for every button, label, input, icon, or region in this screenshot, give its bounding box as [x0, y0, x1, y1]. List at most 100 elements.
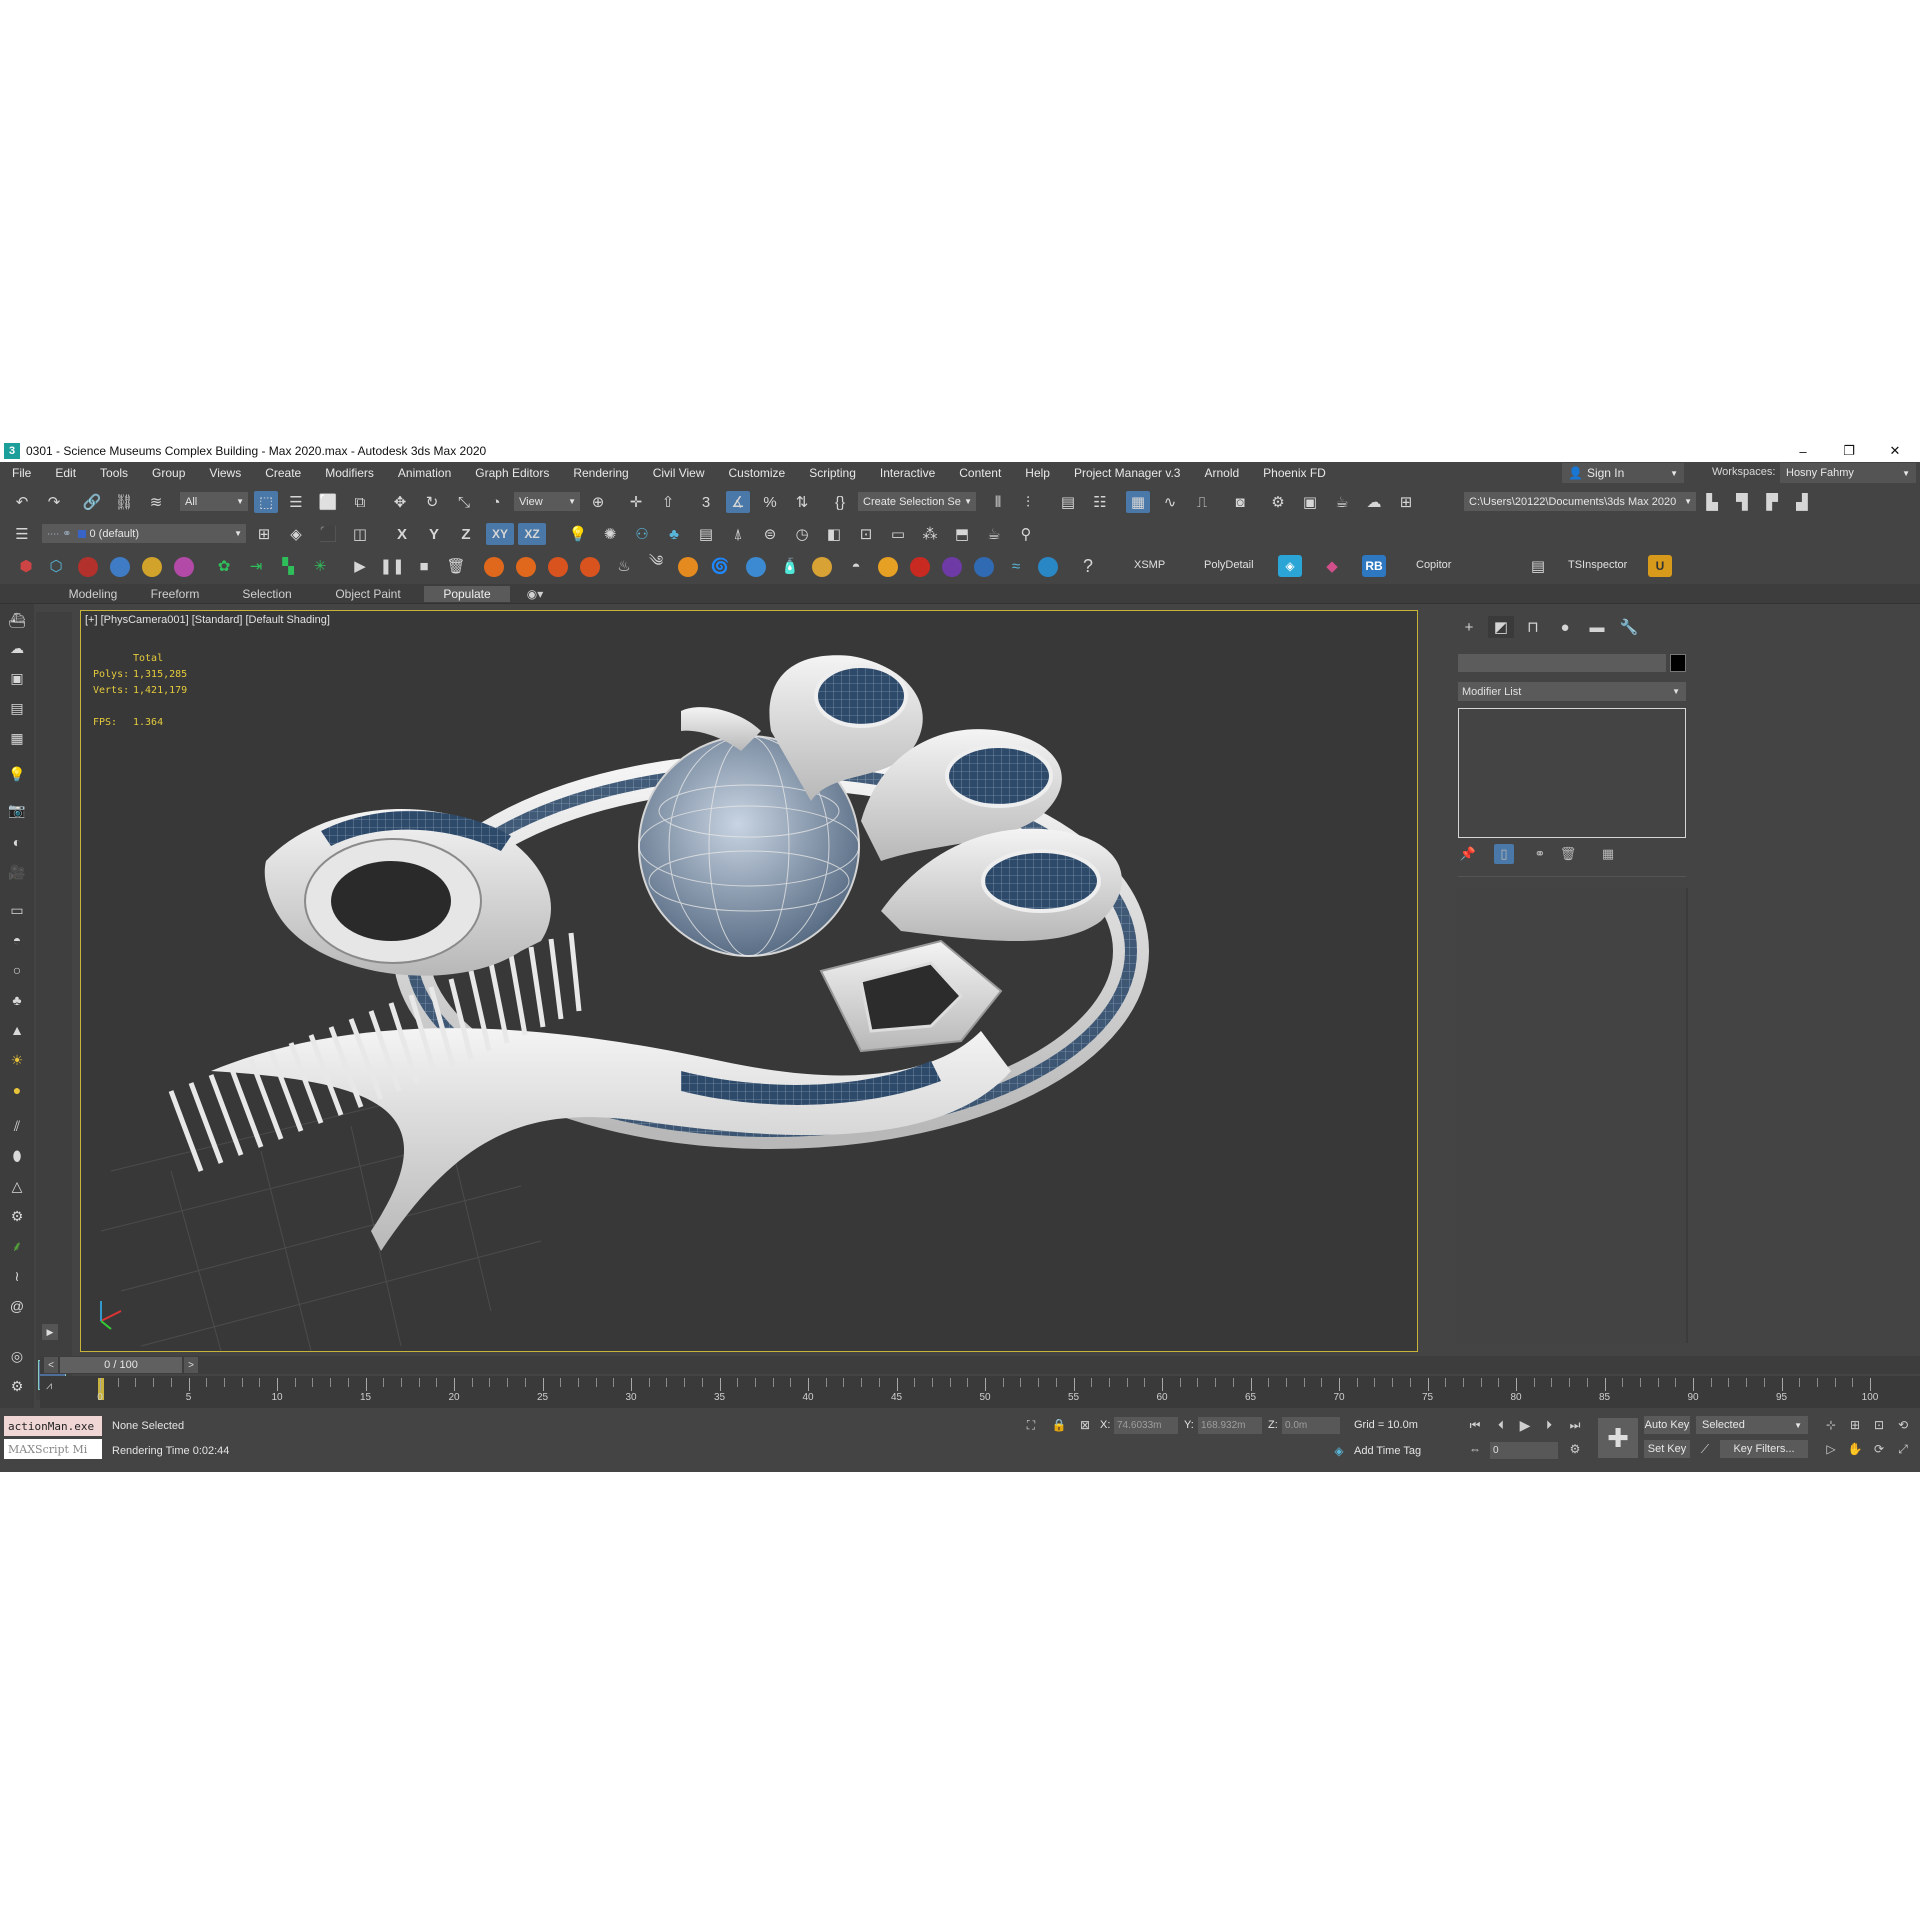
- menu-customize[interactable]: Customize: [717, 466, 798, 480]
- material-slot-icon[interactable]: ◧: [822, 523, 846, 545]
- fire-4-icon[interactable]: [580, 557, 600, 577]
- undo-icon[interactable]: ↶: [10, 491, 34, 513]
- render-in-cloud-icon[interactable]: ☁: [1362, 491, 1386, 513]
- gem-plugin-icon[interactable]: ◆: [1320, 555, 1344, 577]
- maximize-viewport-icon[interactable]: ⤢: [1894, 1440, 1912, 1458]
- sun-point-icon[interactable]: ✺: [598, 523, 622, 545]
- beer-icon[interactable]: [812, 557, 832, 577]
- coil-icon[interactable]: @: [6, 1296, 28, 1316]
- axis-xz-constraint[interactable]: XZ: [518, 523, 546, 545]
- object-color-swatch[interactable]: [1670, 654, 1686, 672]
- green-arrow-icon[interactable]: ⇥: [244, 555, 268, 577]
- sea-icon[interactable]: [1038, 557, 1058, 577]
- edit-named-selection-icon[interactable]: {}: [828, 491, 852, 513]
- bowl-icon[interactable]: ◓: [844, 555, 868, 577]
- select-manipulate-icon[interactable]: ✛: [624, 491, 648, 513]
- clock-icon[interactable]: ◷: [790, 523, 814, 545]
- create-layer-icon[interactable]: ◈: [284, 523, 308, 545]
- render-production-icon[interactable]: ☕: [1330, 491, 1354, 513]
- sun-icon[interactable]: ☀: [6, 1050, 28, 1070]
- frame-ruler[interactable]: 0 5 10 15 20 25 30 35 40 45 50 55 60 65 70 75 80 85 90 95 10…: [97, 1378, 1878, 1406]
- fire-icon[interactable]: [484, 557, 504, 577]
- material-editor-icon[interactable]: ◙: [1228, 491, 1252, 513]
- menu-phoenix-fd[interactable]: Phoenix FD: [1251, 466, 1338, 480]
- menu-file[interactable]: File: [0, 466, 43, 480]
- green-burst-icon[interactable]: ✳: [308, 555, 332, 577]
- hierarchy-tab-icon[interactable]: ⊓: [1520, 616, 1546, 638]
- perspective-viewport[interactable]: [+] [PhysCamera001] [Standard] [Default …: [80, 610, 1418, 1352]
- cube-plugin-icon[interactable]: ◈: [1278, 555, 1302, 577]
- teapot-icon[interactable]: ☕: [982, 523, 1006, 545]
- workspace-dropdown[interactable]: Hosny Fahmy ▼: [1780, 463, 1916, 483]
- pause-icon[interactable]: ❚❚: [379, 555, 404, 577]
- axis-y-constraint[interactable]: Y: [422, 523, 446, 545]
- window-crossing-icon[interactable]: ⧉: [348, 491, 372, 513]
- x-coordinate-field[interactable]: 74.6033m: [1114, 1417, 1178, 1434]
- tab-object-paint[interactable]: Object Paint: [318, 586, 418, 602]
- menu-tools[interactable]: Tools: [88, 466, 140, 480]
- motion-tab-icon[interactable]: ●: [1552, 616, 1578, 638]
- project-settings-icon[interactable]: ▛: [1760, 491, 1784, 513]
- pin-stack-icon[interactable]: 📌: [1458, 844, 1478, 864]
- xsmp-button[interactable]: XSMP: [1134, 559, 1165, 571]
- stop-icon[interactable]: ■: [412, 555, 436, 577]
- selection-lock-icon[interactable]: 🔒: [1050, 1416, 1068, 1434]
- figure-icon[interactable]: ⍋: [726, 523, 750, 545]
- previous-key-icon[interactable]: ⏴: [1492, 1416, 1510, 1434]
- light-icon[interactable]: 💡: [566, 523, 590, 545]
- menu-edit[interactable]: Edit: [43, 466, 88, 480]
- green-grid-icon[interactable]: ▚: [276, 555, 300, 577]
- menu-arnold[interactable]: Arnold: [1192, 466, 1251, 480]
- menu-civil-view[interactable]: Civil View: [641, 466, 717, 480]
- reference-coordinate-dropdown[interactable]: View ▼: [514, 492, 580, 511]
- z-coordinate-field[interactable]: 0.0m: [1282, 1417, 1340, 1434]
- layers-toolbar-grip-icon[interactable]: ☰: [10, 523, 34, 545]
- menu-interactive[interactable]: Interactive: [868, 466, 947, 480]
- image-icon[interactable]: ▣: [6, 668, 28, 688]
- set-key-button[interactable]: Set Key: [1644, 1440, 1690, 1458]
- time-configuration-icon[interactable]: ⚙: [1566, 1440, 1584, 1458]
- track-bar[interactable]: ⩘ 0 5 10 15 20 25 30 35 40 45 50 55 60 65 70 75 80 85 90 95…: [40, 1376, 1920, 1408]
- ribbon-toggle-icon[interactable]: ▦: [1126, 491, 1150, 513]
- water-icon[interactable]: [746, 557, 766, 577]
- menu-graph-editors[interactable]: Graph Editors: [463, 466, 561, 480]
- zoom-all-icon[interactable]: ⊞: [1846, 1416, 1864, 1434]
- dome-icon[interactable]: ◓: [6, 930, 28, 950]
- current-layer-dropdown[interactable]: ∙∙∙∙ ⚭ 0 (default) ▼: [42, 524, 246, 543]
- yellow-rings-icon[interactable]: [142, 557, 162, 577]
- axis-xy-constraint[interactable]: XY: [486, 523, 514, 545]
- move-icon[interactable]: ✥: [388, 491, 412, 513]
- key-mode-icon[interactable]: ⇔: [1466, 1440, 1484, 1458]
- object-grid-icon[interactable]: ⁂: [918, 523, 942, 545]
- help-question-icon[interactable]: ?: [1076, 555, 1100, 577]
- current-frame-field[interactable]: 0: [1490, 1442, 1558, 1459]
- bulb-icon[interactable]: ⚲: [1014, 523, 1038, 545]
- key-filters-button[interactable]: Key Filters...: [1720, 1440, 1808, 1458]
- globe-icon[interactable]: ◎: [6, 1346, 28, 1366]
- tree-icon[interactable]: ♣: [6, 990, 28, 1010]
- axis-x-constraint[interactable]: X: [390, 523, 414, 545]
- object-name-field[interactable]: [1458, 654, 1666, 672]
- box-primitive-icon[interactable]: ⬢: [14, 555, 38, 577]
- menu-help[interactable]: Help: [1013, 466, 1062, 480]
- stairs-icon[interactable]: ⫽: [6, 1116, 28, 1136]
- angle-snap-icon[interactable]: ∡: [726, 491, 750, 513]
- film-strip-icon[interactable]: ▭: [886, 523, 910, 545]
- cloud-icon[interactable]: ☁: [6, 638, 28, 658]
- tsinspector-button[interactable]: TSInspector: [1568, 559, 1627, 571]
- hair-icon[interactable]: ≀: [6, 1266, 28, 1286]
- cone-icon[interactable]: ▲: [6, 1020, 28, 1040]
- go-to-end-icon[interactable]: ⏭: [1566, 1416, 1584, 1434]
- menu-rendering[interactable]: Rendering: [561, 466, 640, 480]
- maxscript-listener-line[interactable]: actionMan.exe: [4, 1416, 102, 1436]
- camera-icon[interactable]: 📷: [6, 800, 28, 820]
- align-icon[interactable]: ⫶: [1016, 491, 1040, 513]
- wind-icon[interactable]: ༄: [644, 553, 668, 577]
- zoom-icon[interactable]: ⊹: [1822, 1416, 1840, 1434]
- grass-icon[interactable]: ⸙: [6, 1236, 28, 1256]
- ball-icon[interactable]: ●: [6, 1080, 28, 1100]
- magenta-rings-icon[interactable]: [174, 557, 194, 577]
- time-slider-thumb[interactable]: 0 / 100: [60, 1357, 182, 1373]
- project-open-icon[interactable]: ▙: [1700, 491, 1724, 513]
- selection-filter-dropdown[interactable]: All ▼: [180, 492, 248, 511]
